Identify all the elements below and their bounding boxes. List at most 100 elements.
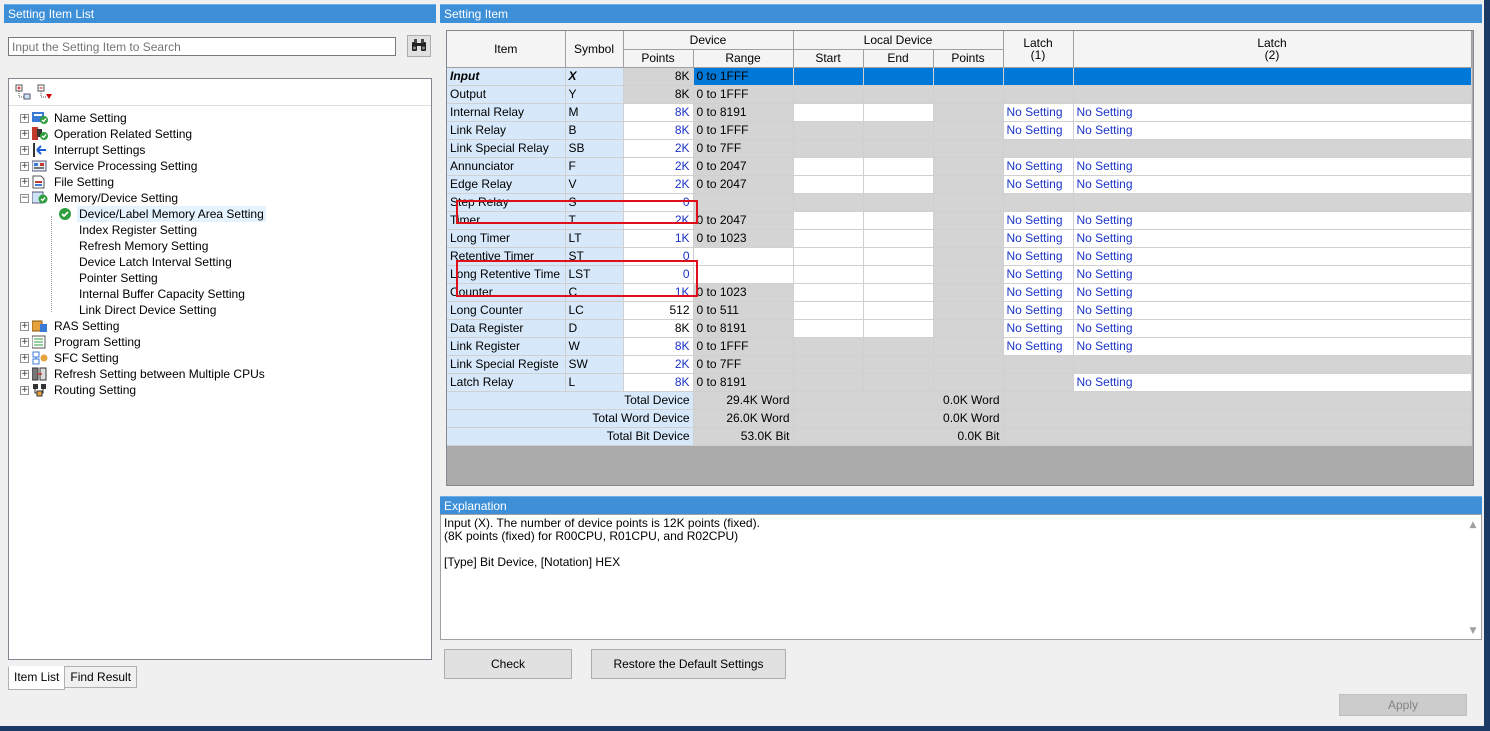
table-row[interactable]: Counter C 1K 0 to 1023 No Setting No Setting <box>447 283 1472 302</box>
cell-local-end[interactable] <box>863 283 934 302</box>
table-row[interactable]: Annunciator F 2K 0 to 2047 No Setting No Sett… <box>447 157 1472 176</box>
cell-local-end[interactable] <box>863 355 934 374</box>
cell-local-start[interactable] <box>793 301 864 320</box>
header-symbol[interactable]: Symbol <box>565 31 624 68</box>
cell-local-end[interactable] <box>863 229 934 248</box>
cell-latch-2[interactable]: No Setting <box>1073 301 1472 320</box>
table-row[interactable]: Link Register W 8K 0 to 1FFF No Setting No Se… <box>447 337 1472 356</box>
restore-defaults-button[interactable]: Restore the Default Settings <box>591 649 786 679</box>
expand-icon[interactable]: + <box>20 385 29 395</box>
cell-local-end[interactable] <box>863 67 934 86</box>
cell-latch-1[interactable]: No Setting <box>1003 121 1074 140</box>
table-row[interactable]: Long Retentive Time LST 0 No Setting No Sett… <box>447 265 1472 284</box>
cell-latch-1[interactable]: No Setting <box>1003 157 1074 176</box>
table-row[interactable]: Internal Relay M 8K 0 to 8191 No Setting No S… <box>447 103 1472 122</box>
cell-latch-1[interactable] <box>1003 139 1074 158</box>
cell-latch-1[interactable]: No Setting <box>1003 211 1074 230</box>
tree-item[interactable]: + Program Setting <box>9 334 431 350</box>
cell-points[interactable]: 1K <box>623 283 694 302</box>
cell-points[interactable]: 8K <box>623 85 694 104</box>
scroll-down-icon[interactable]: ▼ <box>1468 625 1478 636</box>
cell-local-start[interactable] <box>793 283 864 302</box>
cell-latch-2[interactable]: No Setting <box>1073 337 1472 356</box>
tree-item[interactable]: Link Direct Device Setting <box>9 302 431 318</box>
cell-local-start[interactable] <box>793 103 864 122</box>
header-item[interactable]: Item <box>447 31 566 68</box>
tab-item-list[interactable]: Item List <box>8 666 66 690</box>
cell-local-end[interactable] <box>863 319 934 338</box>
cell-local-start[interactable] <box>793 85 864 104</box>
tree-item[interactable]: + SFC Setting <box>9 350 431 366</box>
expand-icon[interactable]: + <box>20 145 29 155</box>
tree-item[interactable]: + Interrupt Settings <box>9 142 431 158</box>
table-row[interactable]: Input X 8K 0 to 1FFF <box>447 67 1472 86</box>
tree-item[interactable]: Device/Label Memory Area Setting <box>9 206 431 222</box>
tree-item[interactable]: + File Setting <box>9 174 431 190</box>
cell-latch-1[interactable]: No Setting <box>1003 247 1074 266</box>
tree-item[interactable]: + Service Processing Setting <box>9 158 431 174</box>
cell-latch-1[interactable]: No Setting <box>1003 103 1074 122</box>
cell-points[interactable]: 0 <box>623 193 694 212</box>
expand-icon[interactable]: + <box>20 353 29 363</box>
header-local-start[interactable]: Start <box>793 49 864 68</box>
cell-latch-2[interactable]: No Setting <box>1073 247 1472 266</box>
header-local-points[interactable]: Points <box>933 49 1004 68</box>
cell-latch-1[interactable]: No Setting <box>1003 229 1074 248</box>
table-row[interactable]: Step Relay S 0 <box>447 193 1472 212</box>
cell-latch-2[interactable] <box>1073 139 1472 158</box>
cell-latch-1[interactable]: No Setting <box>1003 265 1074 284</box>
cell-local-end[interactable] <box>863 373 934 392</box>
cell-latch-2[interactable]: No Setting <box>1073 319 1472 338</box>
expand-icon[interactable]: + <box>20 177 29 187</box>
cell-points[interactable]: 2K <box>623 175 694 194</box>
tree-item[interactable]: Device Latch Interval Setting <box>9 254 431 270</box>
cell-points[interactable]: 2K <box>623 355 694 374</box>
cell-points[interactable]: 8K <box>623 67 694 86</box>
cell-points[interactable]: 2K <box>623 157 694 176</box>
cell-latch-2[interactable]: No Setting <box>1073 157 1472 176</box>
search-input[interactable] <box>8 37 396 56</box>
cell-latch-2[interactable]: No Setting <box>1073 373 1472 392</box>
cell-latch-2[interactable]: No Setting <box>1073 175 1472 194</box>
cell-points[interactable]: 8K <box>623 103 694 122</box>
table-row[interactable]: Long Timer LT 1K 0 to 1023 No Setting No Sett… <box>447 229 1472 248</box>
tree-item[interactable]: − Memory/Device Setting <box>9 190 431 206</box>
header-device-points[interactable]: Points <box>623 49 694 68</box>
cell-points[interactable]: 2K <box>623 139 694 158</box>
cell-points[interactable]: 8K <box>623 373 694 392</box>
cell-local-end[interactable] <box>863 301 934 320</box>
cell-local-start[interactable] <box>793 211 864 230</box>
cell-points[interactable]: 2K <box>623 211 694 230</box>
cell-local-start[interactable] <box>793 319 864 338</box>
cell-local-end[interactable] <box>863 139 934 158</box>
tree-item[interactable]: + RAS Setting <box>9 318 431 334</box>
tree-item[interactable]: Pointer Setting <box>9 270 431 286</box>
header-latch-2[interactable]: Latch (2) <box>1073 31 1472 68</box>
table-row[interactable]: Latch Relay L 8K 0 to 8191 No Setting <box>447 373 1472 392</box>
tab-find-result[interactable]: Find Result <box>64 666 138 688</box>
header-latch-1[interactable]: Latch (1) <box>1003 31 1074 68</box>
cell-points[interactable]: 8K <box>623 319 694 338</box>
cell-latch-2[interactable]: No Setting <box>1073 229 1472 248</box>
cell-local-end[interactable] <box>863 121 934 140</box>
cell-local-start[interactable] <box>793 373 864 392</box>
tree-item[interactable]: Refresh Memory Setting <box>9 238 431 254</box>
expand-icon[interactable]: + <box>20 113 29 123</box>
cell-points[interactable]: 512 <box>623 301 694 320</box>
tree-item[interactable]: Internal Buffer Capacity Setting <box>9 286 431 302</box>
cell-local-start[interactable] <box>793 157 864 176</box>
tree-item[interactable]: + Operation Related Setting <box>9 126 431 142</box>
header-local-end[interactable]: End <box>863 49 934 68</box>
table-row[interactable]: Retentive Timer ST 0 No Setting No Setting <box>447 247 1472 266</box>
cell-local-start[interactable] <box>793 139 864 158</box>
cell-latch-1[interactable]: No Setting <box>1003 175 1074 194</box>
search-button[interactable] <box>407 35 431 57</box>
cell-local-start[interactable] <box>793 175 864 194</box>
cell-latch-2[interactable] <box>1073 67 1472 86</box>
table-row[interactable]: Output Y 8K 0 to 1FFF <box>447 85 1472 104</box>
cell-local-end[interactable] <box>863 103 934 122</box>
cell-latch-2[interactable]: No Setting <box>1073 121 1472 140</box>
cell-local-start[interactable] <box>793 121 864 140</box>
tree-item[interactable]: Index Register Setting <box>9 222 431 238</box>
table-row[interactable]: Link Relay B 8K 0 to 1FFF No Setting No Setti… <box>447 121 1472 140</box>
